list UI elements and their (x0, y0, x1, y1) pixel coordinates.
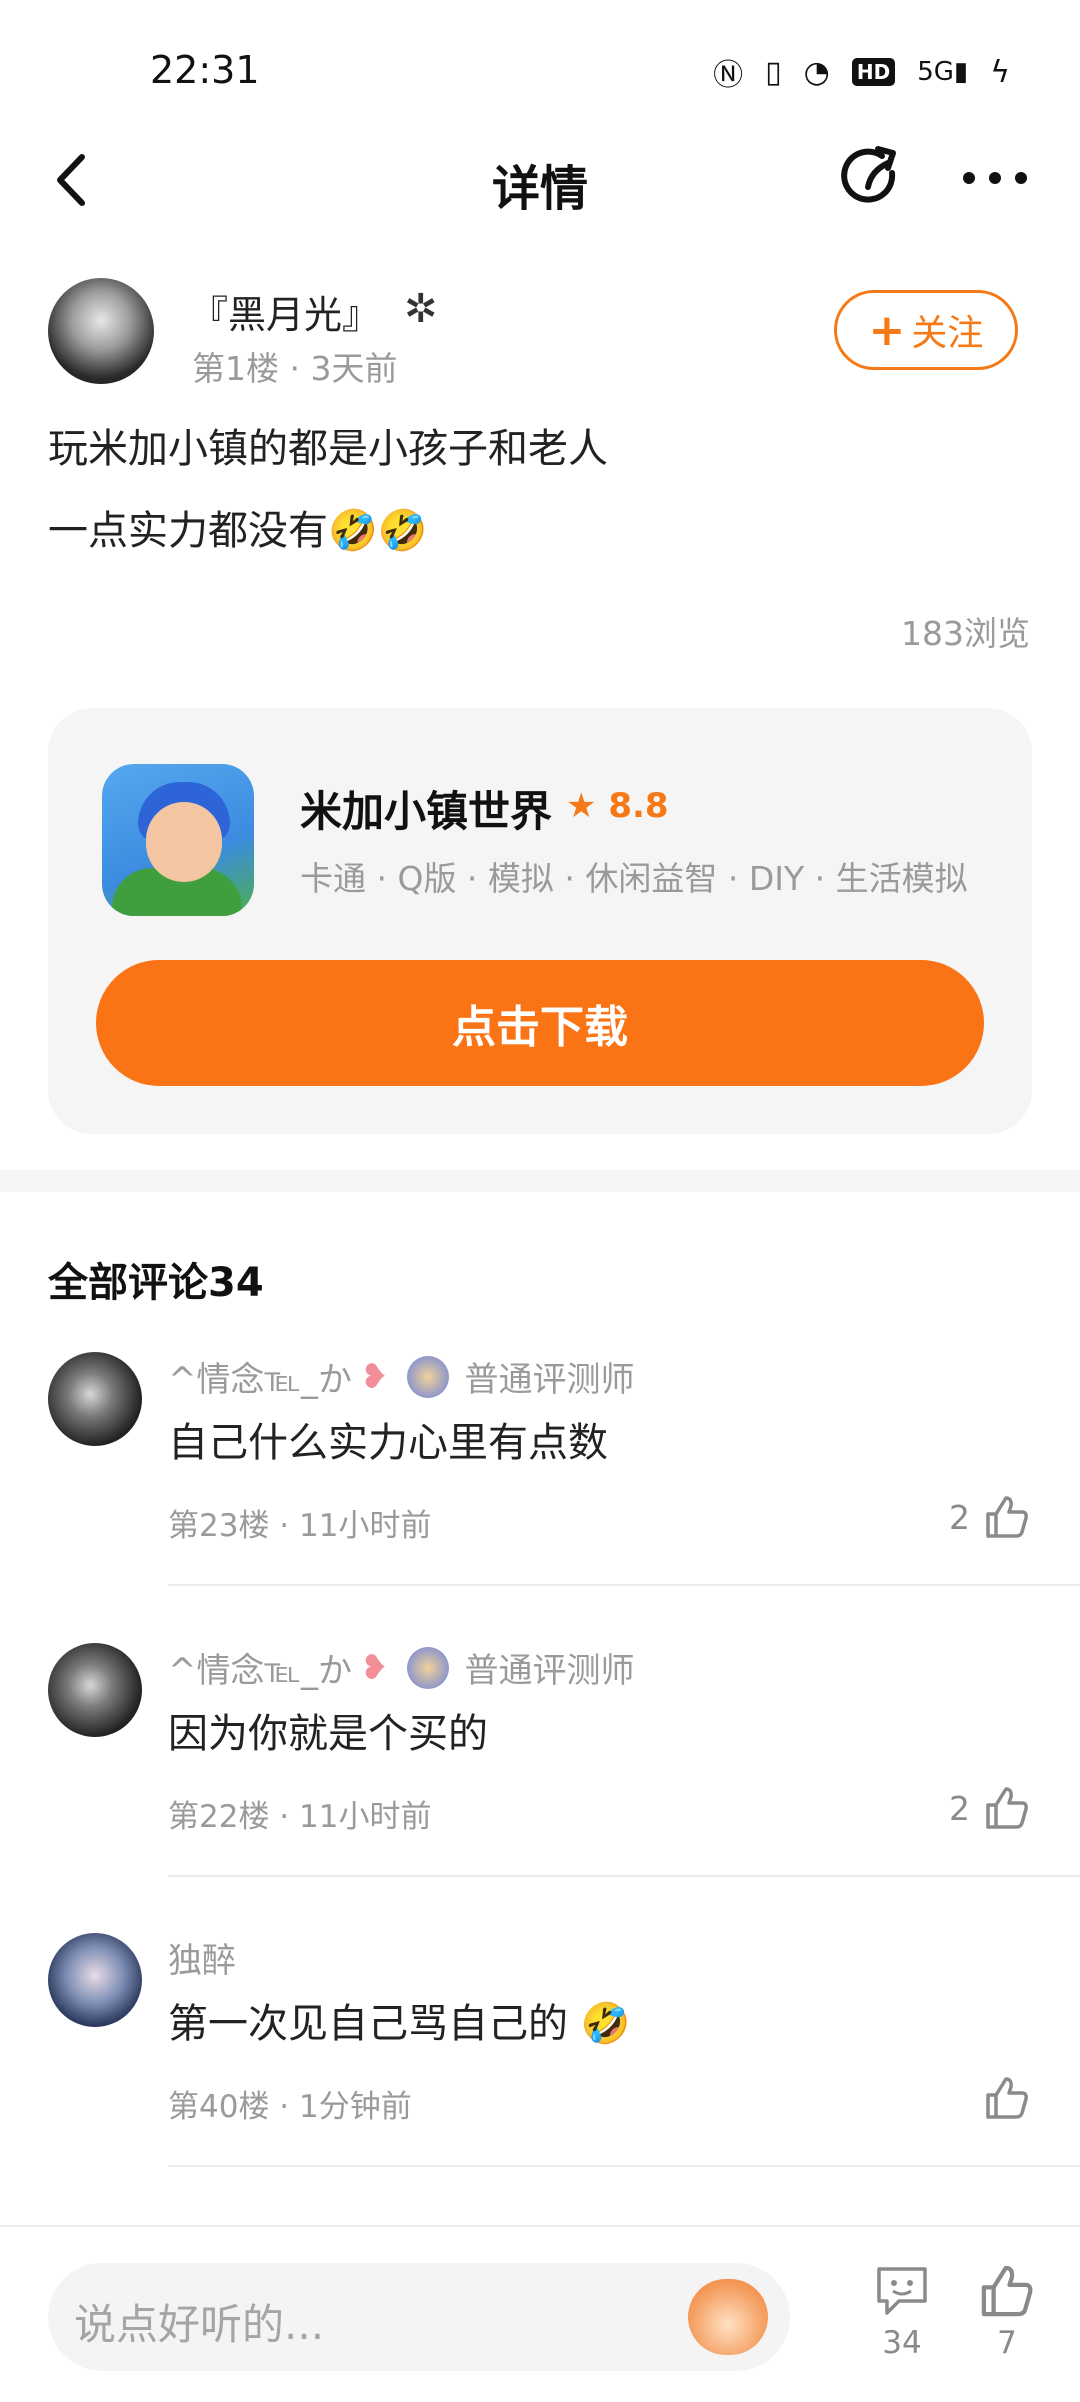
comment-meta: 第22楼 · 11小时前 (168, 1799, 432, 1835)
post-text-line: 一点实力都没有🤣🤣 (48, 508, 428, 554)
thumbs-up-icon (981, 2265, 1033, 2317)
comment-text: 自己什么实力心里有点数 (168, 1420, 608, 1466)
comment-input-placeholder: 说点好听的... (74, 2300, 325, 2349)
status-time: 22:31 (150, 48, 260, 92)
follow-button[interactable]: + 关注 (834, 290, 1018, 370)
comment-username[interactable]: ^情念℡_か (168, 1643, 352, 1692)
game-rating: ★ 8.8 (566, 786, 669, 826)
comment-separator (168, 2165, 1080, 2167)
vibrate-icon: ▯ (765, 54, 782, 90)
comment-text: 因为你就是个买的 (168, 1711, 488, 1757)
author-avatar[interactable] (48, 278, 154, 384)
comment-separator (168, 1875, 1080, 1877)
like-count: 7 (997, 2325, 1017, 2361)
status-bar: 22:31 Ⓝ ▯ ◔ HD 5G▮ ϟ (0, 0, 1080, 140)
status-icons: Ⓝ ▯ ◔ HD 5G▮ ϟ (713, 50, 1010, 94)
section-divider (0, 1170, 1080, 1192)
comment-meta: 第40楼 · 1分钟前 (168, 2089, 412, 2125)
comment-text: 第一次见自己骂自己的 🤣 (168, 2001, 631, 2047)
comment-user[interactable]: ^情念℡_か ❥ 普通评测师 (168, 1352, 635, 1401)
more-icon[interactable] (955, 143, 1035, 213)
mascot-emoji-icon[interactable] (688, 2279, 768, 2355)
comment-separator (168, 1584, 1080, 1586)
comment-floor: 第22楼 (168, 1799, 270, 1835)
nav-bar: 详情 (0, 135, 1080, 225)
comment-count-button[interactable]: 34 (870, 2263, 934, 2361)
battery-icon: ϟ (990, 54, 1010, 90)
reviewer-badge-icon (406, 1355, 449, 1398)
share-icon[interactable] (838, 143, 908, 213)
post-meta: 第1楼 · 3天前 (192, 349, 398, 388)
reviewer-badge-icon (406, 1646, 449, 1689)
signal-icon: 5G▮ (917, 57, 969, 87)
comment-like-count: 2 (949, 1788, 970, 1828)
network-type: 5G (917, 57, 954, 87)
author-name[interactable]: 『黑月光』 (190, 284, 380, 339)
post-author-row: 『黑月光』 ✲ 第1楼 · 3天前 + 关注 (48, 278, 1038, 388)
comment-like-button[interactable]: 2 (949, 1494, 1030, 1540)
game-card[interactable]: 米加小镇世界 ★ 8.8 卡通 · Q版 · 模拟 · 休闲益智 · DIY ·… (48, 708, 1032, 1134)
comment-username[interactable]: ^情念℡_か (168, 1352, 352, 1401)
rating-value: 8.8 (608, 786, 669, 826)
game-tags: 卡通 · Q版 · 模拟 · 休闲益智 · DIY · 生活模拟 (300, 859, 968, 898)
view-count: 183浏览 (901, 614, 1030, 653)
plus-icon: + (868, 304, 906, 356)
comment-like-button[interactable]: 2 (949, 1785, 1030, 1831)
hd-badge: HD (851, 58, 896, 86)
like-count-button[interactable]: 7 (975, 2263, 1039, 2361)
comment-user[interactable]: 独醉 (168, 1933, 236, 1982)
comment-avatar[interactable] (48, 1352, 142, 1446)
face-shape (146, 802, 222, 882)
star-icon: ★ (566, 786, 597, 826)
page-title: 详情 (491, 161, 588, 217)
game-app-icon[interactable] (102, 764, 254, 916)
comment-user[interactable]: ^情念℡_か ❥ 普通评测师 (168, 1643, 635, 1692)
comment-meta: 第23楼 · 11小时前 (168, 1508, 432, 1544)
broken-heart-icon: ❥ (360, 1356, 389, 1397)
game-name[interactable]: 米加小镇世界 (300, 778, 552, 839)
follow-label: 关注 (911, 313, 984, 354)
comment-username[interactable]: 独醉 (168, 1933, 236, 1982)
comment-time: 11小时前 (299, 1799, 432, 1835)
comment-bubble-icon (877, 2267, 927, 2315)
thumbs-up-icon (986, 1496, 1028, 1538)
thumbs-up-icon (986, 2077, 1028, 2119)
bottom-bar: 说点好听的... 34 7 (0, 2225, 1080, 2402)
comment-floor: 第23楼 (168, 1508, 270, 1544)
reviewer-badge-label: 普通评测师 (464, 1360, 635, 1400)
reviewer-badge-label: 普通评测师 (464, 1651, 635, 1691)
comment-time: 11小时前 (299, 1508, 432, 1544)
comment-like-count: 2 (949, 1497, 970, 1537)
spider-icon: ✲ (404, 286, 438, 332)
comment-input[interactable]: 说点好听的... (48, 2263, 790, 2371)
comment-avatar[interactable] (48, 1643, 142, 1737)
comment-time: 1分钟前 (299, 2089, 412, 2125)
post-floor: 第1楼 (192, 349, 279, 388)
post-text-line: 玩米加小镇的都是小孩子和老人 (48, 426, 608, 472)
post-time: 3天前 (310, 349, 398, 388)
comment-like-button[interactable] (970, 2075, 1030, 2121)
comment-count: 34 (882, 2325, 922, 2361)
nfc-icon: Ⓝ (713, 58, 744, 93)
thumbs-up-icon (986, 1787, 1028, 1829)
wifi-icon: ◔ (803, 54, 830, 90)
download-button[interactable]: 点击下载 (96, 960, 984, 1086)
comment-avatar[interactable] (48, 1933, 142, 2027)
comments-title: 全部评论34 (48, 1260, 264, 1306)
comment-floor: 第40楼 (168, 2089, 270, 2125)
broken-heart-icon: ❥ (360, 1647, 389, 1688)
